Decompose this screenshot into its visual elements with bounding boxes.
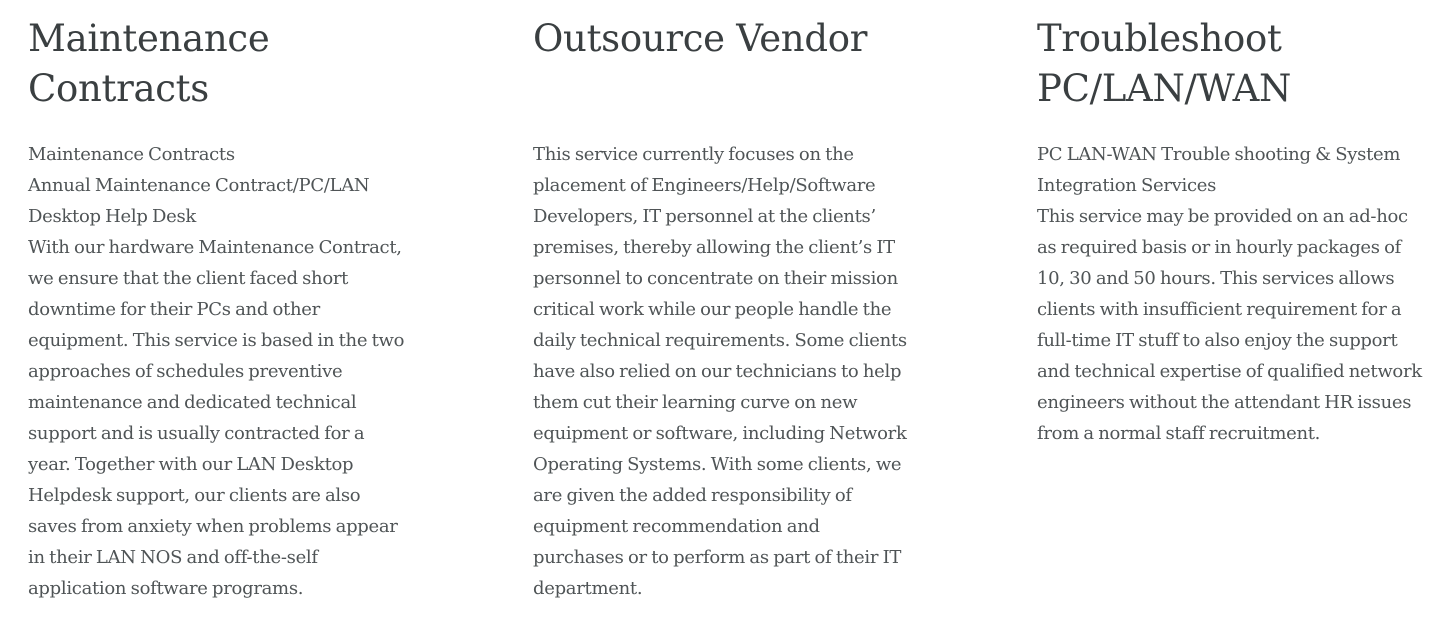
- service-title: Troubleshoot PC/LAN/WAN: [1037, 17, 1292, 110]
- service-description: Maintenance Contracts Annual Maintenance…: [28, 139, 408, 604]
- service-title: Maintenance Contracts: [28, 17, 270, 110]
- service-card-troubleshoot: Troubleshoot PC/LAN/WAN PC LAN-WAN Troub…: [1037, 14, 1427, 444]
- service-description: PC LAN-WAN Trouble shooting & System Int…: [1037, 139, 1427, 449]
- service-paragraph: This service currently focuses on the pl…: [533, 144, 907, 599]
- service-paragraph: This service may be provided on an ad-ho…: [1037, 206, 1422, 444]
- service-title: Outsource Vendor: [533, 17, 868, 60]
- service-subheading: Annual Maintenance Contract/PC/LAN Deskt…: [28, 175, 370, 227]
- service-subheading: PC LAN-WAN Trouble shooting & System Int…: [1037, 144, 1401, 196]
- service-paragraph: With our hardware Maintenance Contract, …: [28, 237, 405, 599]
- services-section: Maintenance Contracts Maintenance Contra…: [0, 0, 1438, 628]
- service-subheading: Maintenance Contracts: [28, 144, 235, 165]
- service-card-maintenance-contracts: Maintenance Contracts Maintenance Contra…: [28, 14, 408, 599]
- service-description: This service currently focuses on the pl…: [533, 139, 913, 604]
- service-card-outsource-vendor: Outsource Vendor This service currently …: [533, 14, 913, 599]
